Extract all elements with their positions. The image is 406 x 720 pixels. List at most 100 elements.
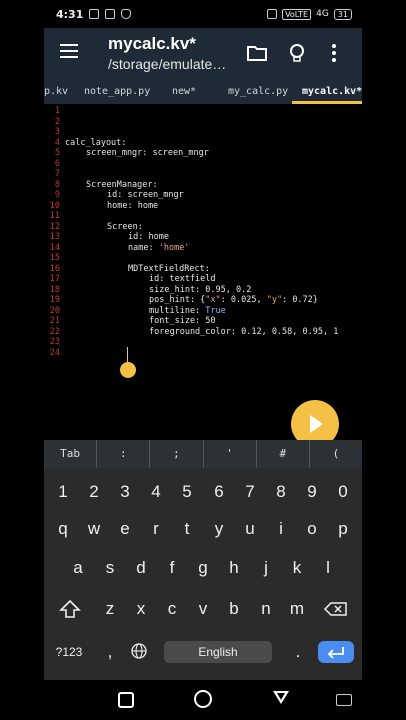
- backspace-icon[interactable]: [322, 593, 350, 625]
- globe-icon[interactable]: [128, 636, 150, 668]
- line-number: 24: [49, 347, 60, 358]
- home-icon[interactable]: [194, 690, 212, 708]
- cursor-handle[interactable]: [120, 362, 136, 378]
- symbol-key-hash[interactable]: #: [257, 440, 310, 468]
- code-string: "y": [266, 295, 283, 305]
- play-icon: [310, 415, 323, 433]
- key[interactable]: 7: [236, 476, 264, 508]
- key[interactable]: 0: [329, 476, 357, 508]
- code-line: font_size: 50: [149, 316, 216, 326]
- key[interactable]: w: [80, 513, 108, 545]
- space-bar[interactable]: English: [164, 641, 272, 663]
- key[interactable]: 4: [142, 476, 170, 508]
- comma-key[interactable]: ,: [100, 636, 120, 668]
- status-bar: 4:31 VoLTE 4G 31: [44, 0, 362, 28]
- period-key[interactable]: .: [288, 636, 308, 668]
- folder-icon[interactable]: [246, 42, 268, 64]
- more-vert-icon[interactable]: [330, 42, 338, 64]
- symbols-key[interactable]: ?123: [50, 636, 88, 668]
- key[interactable]: s: [96, 552, 124, 584]
- file-tabs: p.kv note_app.py new* my_calc.py mycalc.…: [44, 80, 362, 104]
- symbol-key-semicolon[interactable]: ;: [150, 440, 204, 468]
- key[interactable]: c: [158, 593, 186, 625]
- key[interactable]: v: [189, 593, 217, 625]
- key[interactable]: q: [49, 513, 77, 545]
- key[interactable]: 5: [173, 476, 201, 508]
- line-number: 16: [49, 263, 60, 274]
- key[interactable]: 1: [49, 476, 77, 508]
- key[interactable]: a: [64, 552, 92, 584]
- key[interactable]: z: [96, 593, 124, 625]
- code-line: screen_mngr: screen_mngr: [86, 148, 209, 158]
- key[interactable]: x: [127, 593, 155, 625]
- shift-icon[interactable]: [56, 593, 84, 625]
- hamburger-menu-icon[interactable]: [60, 44, 78, 58]
- line-number: 13: [49, 232, 60, 242]
- symbol-key-colon[interactable]: :: [97, 440, 151, 468]
- key[interactable]: u: [236, 513, 264, 545]
- key[interactable]: h: [220, 552, 248, 584]
- code-line: MDTextFieldRect:: [128, 263, 210, 274]
- code-line: home: home: [107, 200, 159, 211]
- key[interactable]: 8: [267, 476, 295, 508]
- navigation-bar: [44, 680, 362, 720]
- symbol-key-tab[interactable]: Tab: [44, 440, 98, 468]
- text-cursor: [127, 347, 128, 363]
- line-number: 11: [49, 211, 60, 221]
- key[interactable]: n: [252, 593, 280, 625]
- recent-apps-icon[interactable]: [118, 692, 134, 708]
- key[interactable]: t: [173, 513, 201, 545]
- status-right: VoLTE 4G 31: [267, 8, 352, 20]
- key[interactable]: 9: [298, 476, 326, 508]
- code-line: id: home: [128, 232, 169, 242]
- notification-icon: [89, 9, 100, 19]
- tab-my-calc-py[interactable]: my_calc.py: [228, 86, 288, 97]
- tab-note-app[interactable]: note_app.py: [84, 86, 150, 97]
- code-token: pos_hint: {: [149, 295, 206, 305]
- keyboard-toggle-icon[interactable]: [336, 694, 352, 706]
- line-number: 7: [54, 169, 60, 179]
- enter-icon[interactable]: [318, 641, 354, 663]
- key[interactable]: m: [283, 593, 311, 625]
- run-button[interactable]: [291, 400, 339, 440]
- key[interactable]: o: [298, 513, 326, 545]
- code-line: ScreenManager:: [86, 179, 158, 190]
- line-number: 22: [49, 326, 60, 337]
- symbol-key-quote[interactable]: ': [204, 440, 257, 468]
- line-number: 14: [49, 242, 60, 253]
- tab-p-kv[interactable]: p.kv: [44, 86, 68, 97]
- key[interactable]: r: [142, 513, 170, 545]
- symbol-key-paren[interactable]: (: [310, 440, 362, 468]
- back-icon-inner: [277, 693, 285, 700]
- code-editor[interactable]: 1 2 3 4 5 6 7 8 9 10 11 12 13 14 15 16 1…: [44, 104, 362, 440]
- line-number: 18: [49, 284, 60, 295]
- key[interactable]: 6: [205, 476, 233, 508]
- qwerty-row: q w e r t y u i o p: [44, 513, 362, 545]
- key[interactable]: l: [314, 552, 342, 584]
- key[interactable]: j: [252, 552, 280, 584]
- line-number: 4: [54, 137, 60, 148]
- key[interactable]: f: [158, 552, 186, 584]
- app-bar: mycalc.kv* /storage/emulate…: [44, 28, 362, 80]
- line-number: 3: [54, 127, 60, 137]
- key[interactable]: b: [220, 593, 248, 625]
- line-number: 15: [49, 253, 60, 263]
- key[interactable]: i: [267, 513, 295, 545]
- line-number: 1: [54, 106, 60, 116]
- lightbulb-icon[interactable]: [286, 42, 308, 64]
- shield-icon: [121, 9, 132, 19]
- key[interactable]: e: [111, 513, 139, 545]
- key[interactable]: y: [205, 513, 233, 545]
- tab-mycalc-kv[interactable]: mycalc.kv*: [302, 86, 362, 97]
- key[interactable]: 3: [111, 476, 139, 508]
- line-number: 17: [49, 274, 60, 284]
- key[interactable]: g: [189, 552, 217, 584]
- battery-icon: 31: [333, 8, 352, 20]
- code-string: "x": [205, 295, 221, 305]
- key[interactable]: k: [283, 552, 311, 584]
- key[interactable]: p: [329, 513, 357, 545]
- key[interactable]: 2: [80, 476, 108, 508]
- tab-new[interactable]: new*: [172, 86, 196, 97]
- key[interactable]: d: [127, 552, 155, 584]
- number-row: 1 2 3 4 5 6 7 8 9 0: [44, 476, 362, 508]
